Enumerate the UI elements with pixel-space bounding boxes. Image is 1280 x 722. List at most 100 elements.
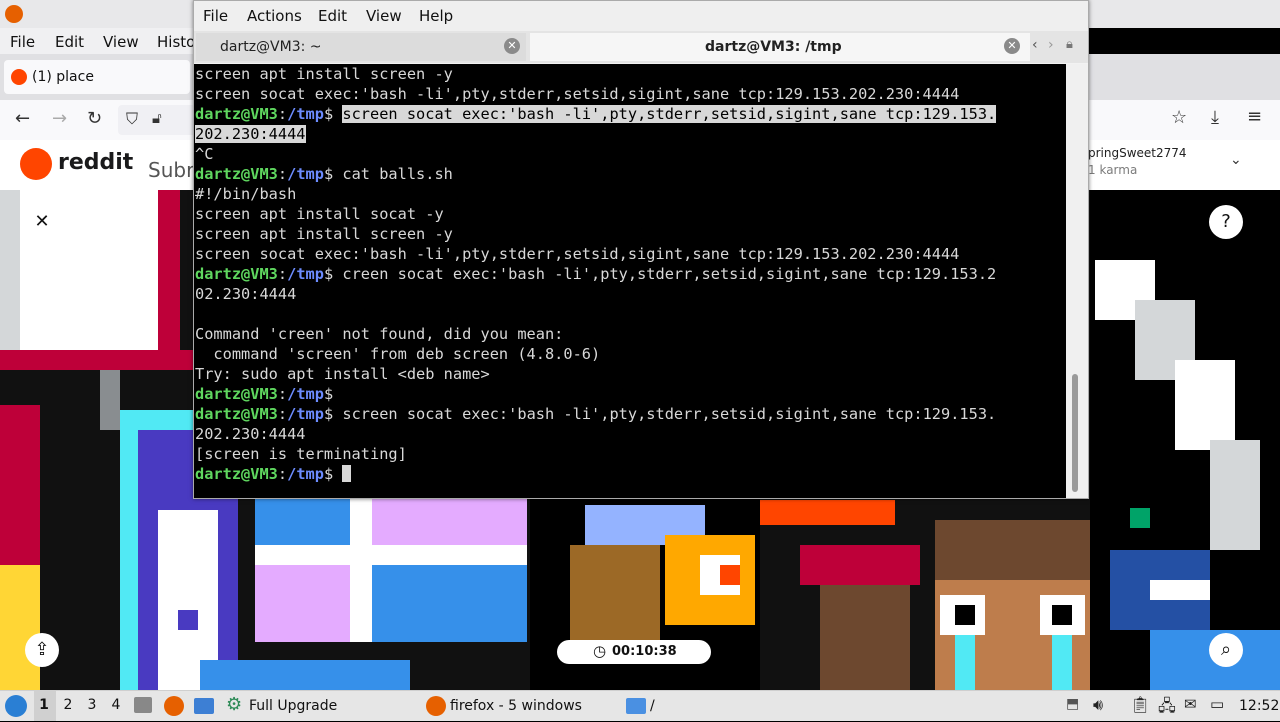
workspace-3[interactable]: 3	[82, 697, 102, 713]
prompt-path: /tmp	[287, 385, 324, 403]
terminal-line: command 'screen' from deb screen (4.8.0-…	[195, 345, 601, 363]
show-desktop-icon[interactable]	[134, 697, 152, 713]
app-menu-icon[interactable]	[5, 695, 27, 717]
selected-command: 202.230:4444	[195, 125, 306, 143]
terminal-line: Command 'creen' not found, did you mean:	[195, 325, 564, 343]
scroll-tabs-left-icon[interactable]: ‹	[1032, 37, 1038, 53]
ff-menu-edit[interactable]: Edit	[55, 33, 84, 51]
clock-icon: ◷	[593, 642, 607, 660]
pixel-block	[1150, 580, 1210, 600]
terminal-line: 202.230:4444	[195, 124, 306, 144]
taskbar-item-full-upgrade[interactable]: Full Upgrade	[249, 698, 337, 714]
subreddit-label[interactable]: Subr	[148, 158, 194, 182]
terminal-line: dartz@VM3:/tmp$	[195, 464, 352, 484]
terminal-line: screen socat exec:'bash -li',pty,stderr,…	[195, 85, 960, 103]
help-icon[interactable]: ?	[1209, 205, 1243, 239]
zoom-search-icon[interactable]: ⌕	[1209, 633, 1243, 667]
terminal-line: dartz@VM3:/tmp$ screen socat exec:'bash …	[195, 105, 997, 123]
reddit-wordmark[interactable]: reddit	[58, 150, 133, 175]
prompt-user: dartz@VM3	[195, 385, 278, 403]
terminal-window[interactable]: File Actions Edit View Help dartz@VM3: ~…	[193, 0, 1089, 499]
pixel-block	[0, 565, 40, 690]
menu-hamburger-icon[interactable]: ≡	[1247, 106, 1262, 127]
downloads-icon[interactable]: ⤓	[1211, 107, 1219, 128]
user-name[interactable]: pringSweet2774	[1088, 146, 1187, 160]
pixel-block	[1210, 440, 1260, 550]
command-text: creen socat exec:'bash -li',pty,stderr,s…	[342, 265, 997, 283]
ff-menu-file[interactable]: File	[10, 33, 35, 51]
clock[interactable]: 12:52	[1239, 698, 1279, 714]
taskbar-item-folder[interactable]: /	[650, 698, 655, 714]
terminal-line: 02.230:4444	[195, 285, 297, 303]
package-updates-icon[interactable]: ⬒	[1066, 696, 1079, 712]
taskbar-item-firefox[interactable]: firefox - 5 windows	[450, 698, 582, 714]
terminal-line: ^C	[195, 145, 214, 163]
terminal-line: Try: sudo apt install <deb name>	[195, 365, 490, 383]
prompt-user: dartz@VM3	[195, 105, 278, 123]
prompt-user: dartz@VM3	[195, 465, 278, 483]
close-tab-icon[interactable]: ✕	[504, 38, 520, 54]
back-icon[interactable]: ←	[15, 108, 30, 129]
term-menu-file[interactable]: File	[203, 7, 228, 25]
ff-menu-history[interactable]: Histo	[157, 33, 195, 51]
term-menu-view[interactable]: View	[366, 7, 402, 25]
terminal-menubar: File Actions Edit View Help	[194, 1, 1088, 31]
terminal-output[interactable]: screen apt install screen -y screen soca…	[194, 64, 1066, 498]
prompt-user: dartz@VM3	[195, 405, 278, 423]
volume-icon[interactable]: 🔊︎	[1093, 695, 1103, 715]
scroll-tabs-right-icon[interactable]: ›	[1048, 37, 1054, 53]
shield-icon[interactable]: ⛉	[126, 109, 138, 129]
prompt-path: /tmp	[287, 265, 324, 283]
terminal-tab-title: dartz@VM3: ~	[220, 39, 322, 55]
firefox-icon	[426, 696, 446, 716]
share-icon[interactable]: ⇪	[25, 633, 59, 667]
firefox-launcher-icon[interactable]	[164, 696, 184, 716]
user-karma: 1 karma	[1088, 163, 1138, 177]
pixel-block	[820, 585, 910, 690]
terminal-line: screen apt install screen -y	[195, 225, 453, 243]
folder-icon	[626, 698, 646, 714]
command-text: cat balls.sh	[342, 165, 453, 183]
file-manager-launcher-icon[interactable]	[194, 698, 214, 714]
pixel-block	[1130, 508, 1150, 528]
bookmark-star-icon[interactable]: ☆	[1171, 107, 1187, 128]
network-icon[interactable]: 🖧	[1158, 695, 1176, 722]
prompt-path: /tmp	[287, 165, 324, 183]
close-icon[interactable]: ✕	[25, 205, 59, 239]
term-menu-actions[interactable]: Actions	[247, 7, 302, 25]
forward-icon[interactable]: →	[52, 108, 67, 129]
pixel-block	[1175, 360, 1235, 450]
lock-icon[interactable]: 🔓︎	[152, 109, 162, 127]
prompt-path: /tmp	[287, 465, 324, 483]
terminal-tab-title: dartz@VM3: /tmp	[705, 39, 842, 55]
terminal-tab-home[interactable]: dartz@VM3: ~ ✕	[196, 33, 526, 61]
terminal-line: dartz@VM3:/tmp$ screen socat exec:'bash …	[195, 405, 997, 423]
workspace-2[interactable]: 2	[58, 697, 78, 713]
pixel-block	[178, 610, 198, 630]
terminal-scrollbar-thumb[interactable]	[1072, 374, 1078, 492]
prompt-path: /tmp	[287, 105, 324, 123]
terminal-line: dartz@VM3:/tmp$	[195, 385, 334, 403]
command-text: screen socat exec:'bash -li',pty,stderr,…	[342, 405, 997, 423]
term-menu-help[interactable]: Help	[419, 7, 453, 25]
workspace-1[interactable]: 1	[34, 697, 54, 713]
pixel-block	[255, 565, 350, 642]
pixel-block	[158, 190, 180, 370]
notifications-icon[interactable]: ✉	[1184, 695, 1197, 713]
ff-menu-view[interactable]: View	[103, 33, 139, 51]
firefox-tab-title: (1) place	[32, 69, 94, 85]
reload-icon[interactable]: ↻	[87, 108, 102, 129]
clipboard-icon[interactable]: 📋︎	[1130, 695, 1150, 714]
pixel-block	[955, 605, 975, 625]
user-menu-chevron-icon[interactable]: ⌄	[1230, 152, 1242, 168]
terminal-tab-tmp[interactable]: dartz@VM3: /tmp ✕	[530, 33, 1030, 61]
terminal-tabbar: dartz@VM3: ~ ✕ dartz@VM3: /tmp ✕ ‹ › 🔒︎	[194, 31, 1088, 63]
url-bar[interactable]: ⛉ 🔓︎	[118, 105, 198, 135]
pixel-block	[200, 660, 410, 690]
term-menu-edit[interactable]: Edit	[318, 7, 347, 25]
close-tab-icon[interactable]: ✕	[1004, 38, 1020, 54]
workspace-4[interactable]: 4	[106, 697, 126, 713]
battery-icon[interactable]: ▭	[1210, 695, 1224, 713]
lock-icon[interactable]: 🔒︎	[1066, 37, 1073, 52]
reddit-logo-icon[interactable]	[20, 148, 52, 180]
